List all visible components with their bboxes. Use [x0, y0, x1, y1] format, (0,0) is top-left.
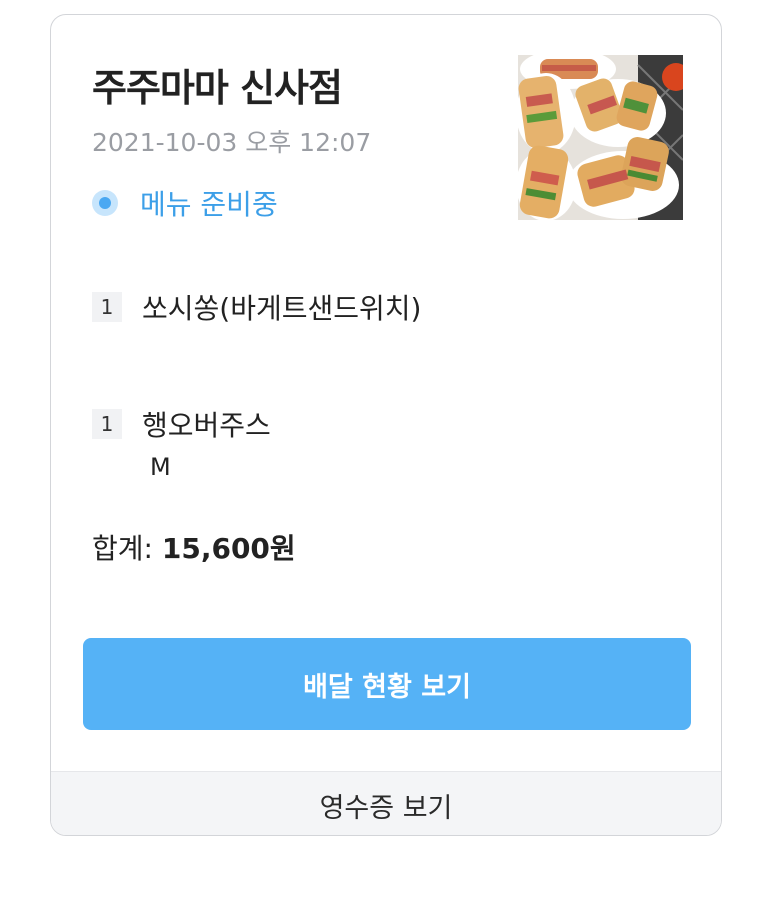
delivery-status-button[interactable]: 배달 현황 보기: [83, 638, 691, 730]
status-text: 메뉴 준비중: [140, 188, 278, 221]
quantity-badge: 1: [92, 292, 122, 322]
order-card: 주주마마 신사점 2021-10-03 오후 12:07 메뉴 준비중 1 쏘시…: [50, 14, 722, 836]
menu-item-2: 1 행오버주스: [92, 404, 271, 444]
menu-item-option: M: [150, 453, 171, 481]
order-total: 합계: 15,600원: [92, 527, 296, 567]
order-datetime: 2021-10-03 오후 12:07: [92, 128, 372, 157]
view-receipt-button[interactable]: 영수증 보기: [51, 771, 721, 835]
quantity-badge: 1: [92, 409, 122, 439]
total-amount: 15,600원: [161, 532, 296, 565]
order-status: 메뉴 준비중: [92, 183, 278, 223]
total-label: 합계:: [92, 532, 162, 565]
menu-item-1: 1 쏘시쏭(바게트샌드위치): [92, 287, 421, 327]
sandwich-photo-icon: [518, 55, 683, 220]
menu-item-name: 쏘시쏭(바게트샌드위치): [142, 292, 422, 325]
store-name: 주주마마 신사점: [92, 66, 343, 110]
status-indicator-icon: [92, 190, 118, 216]
menu-item-name: 행오버주스: [142, 409, 271, 442]
store-thumbnail: [518, 55, 683, 220]
